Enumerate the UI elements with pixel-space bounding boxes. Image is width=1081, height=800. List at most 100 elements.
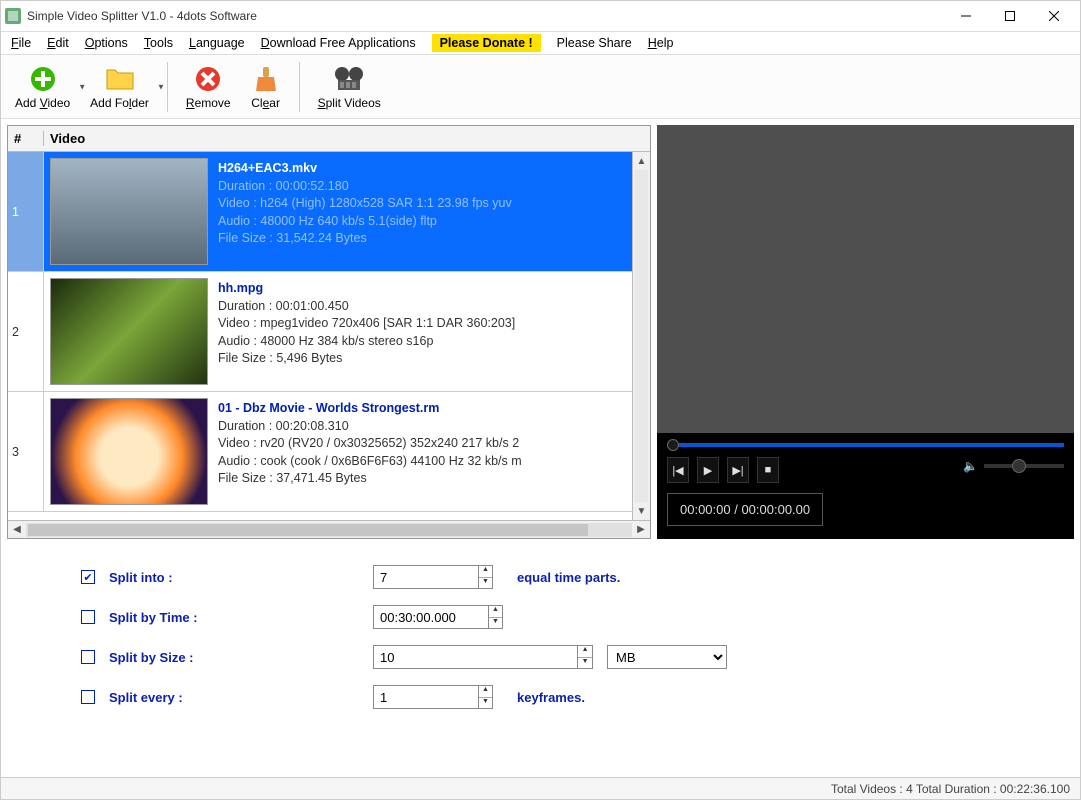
row-video: Video : h264 (High) 1280x528 SAR 1:1 23.… [218, 195, 646, 213]
scroll-left-icon[interactable]: ◀ [8, 524, 26, 535]
row-index: 1 [8, 152, 44, 271]
menu-edit[interactable]: Edit [47, 36, 69, 50]
checkbox-split-into[interactable]: ✔ [81, 570, 95, 584]
status-text: Total Videos : 4 Total Duration : 00:22:… [831, 782, 1070, 796]
table-header: # Video [8, 126, 650, 152]
split-options: ✔ Split into : ▲▼ equal time parts. Spli… [1, 545, 1080, 727]
option-split-every: Split every : ▲▼ keyframes. [81, 677, 1040, 717]
label-split-time: Split by Time : [109, 610, 239, 625]
skip-back-button[interactable]: |◀ [667, 457, 689, 483]
volume-slider[interactable] [984, 464, 1064, 468]
row-meta: hh.mpg Duration : 00:01:00.450 Video : m… [214, 272, 650, 391]
row-thumbnail [44, 392, 214, 511]
split-into-field[interactable] [374, 570, 478, 585]
menu-help[interactable]: Help [648, 36, 674, 50]
input-split-size[interactable]: ▲▼ [373, 645, 593, 669]
menubar: File Edit Options Tools Language Downloa… [1, 31, 1080, 55]
seek-bar[interactable] [667, 443, 1064, 447]
label-split-into: Split into : [109, 570, 239, 585]
scroll-right-icon[interactable]: ▶ [632, 524, 650, 535]
spinner[interactable]: ▲▼ [478, 566, 492, 588]
menu-donate[interactable]: Please Donate ! [432, 34, 541, 52]
app-icon [5, 8, 21, 24]
volume-icon[interactable]: 🔈 [963, 459, 978, 473]
row-audio: Audio : 48000 Hz 640 kb/s 5.1(side) fltp [218, 213, 646, 231]
option-split-time: Split by Time : ▲▼ [81, 597, 1040, 637]
stop-button[interactable]: ■ [757, 457, 779, 483]
row-thumbnail [44, 272, 214, 391]
skip-forward-button[interactable]: ▶| [727, 457, 749, 483]
maximize-button[interactable] [988, 2, 1032, 30]
row-size: File Size : 31,542.24 Bytes [218, 230, 646, 248]
menu-share[interactable]: Please Share [557, 36, 632, 50]
spinner[interactable]: ▲▼ [478, 686, 492, 708]
split-size-field[interactable] [374, 650, 577, 665]
menu-options[interactable]: Options [85, 36, 128, 50]
video-list: # Video 1 H264+EAC3.mkv Duration : 00:00… [7, 125, 651, 539]
plus-green-icon [28, 64, 58, 94]
film-icon [334, 64, 364, 94]
row-duration: Duration : 00:01:00.450 [218, 298, 646, 316]
input-split-into[interactable]: ▲▼ [373, 565, 493, 589]
menu-language[interactable]: Language [189, 36, 245, 50]
add-video-button[interactable]: Add Video ▼ [5, 60, 80, 114]
trail-split-into: equal time parts. [517, 570, 620, 585]
select-size-unit[interactable]: MB [607, 645, 727, 669]
input-split-every[interactable]: ▲▼ [373, 685, 493, 709]
clear-button[interactable]: Clear [241, 60, 291, 114]
clear-icon [251, 64, 281, 94]
add-folder-button[interactable]: Add Folder ▼ [80, 60, 159, 114]
table-row[interactable]: 3 01 - Dbz Movie - Worlds Strongest.rm D… [8, 392, 650, 512]
row-thumbnail [44, 152, 214, 271]
row-duration: Duration : 00:00:52.180 [218, 178, 646, 196]
toolbar-separator [299, 62, 300, 112]
toolbar-separator [167, 62, 168, 112]
spinner[interactable]: ▲▼ [488, 606, 502, 628]
row-size: File Size : 37,471.45 Bytes [218, 470, 646, 488]
table-row[interactable]: 1 H264+EAC3.mkv Duration : 00:00:52.180 … [8, 152, 650, 272]
row-index: 2 [8, 272, 44, 391]
split-videos-label: Split Videos [318, 96, 381, 110]
seek-knob[interactable] [667, 439, 679, 451]
checkbox-split-size[interactable] [81, 650, 95, 664]
row-filename: hh.mpg [218, 280, 646, 298]
spinner[interactable]: ▲▼ [577, 646, 592, 668]
checkbox-split-every[interactable] [81, 690, 95, 704]
row-audio: Audio : cook (cook / 0x6B6F6F63) 44100 H… [218, 453, 646, 471]
preview-pane: |◀ ▶ ▶| ■ 00:00:00 / 00:00:00.00 🔈 [657, 125, 1074, 539]
split-time-field[interactable] [374, 610, 488, 625]
remove-button[interactable]: Remove [176, 60, 241, 114]
close-button[interactable] [1032, 2, 1076, 30]
checkbox-split-time[interactable] [81, 610, 95, 624]
row-video: Video : rv20 (RV20 / 0x30325652) 352x240… [218, 435, 646, 453]
titlebar: Simple Video Splitter V1.0 - 4dots Softw… [1, 1, 1080, 31]
scroll-up-icon[interactable]: ▲ [633, 152, 650, 170]
chevron-down-icon[interactable]: ▼ [157, 82, 165, 91]
row-duration: Duration : 00:20:08.310 [218, 418, 646, 436]
col-header-num[interactable]: # [8, 131, 44, 146]
table-row[interactable]: 2 hh.mpg Duration : 00:01:00.450 Video :… [8, 272, 650, 392]
option-split-into: ✔ Split into : ▲▼ equal time parts. [81, 557, 1040, 597]
row-size: File Size : 5,496 Bytes [218, 350, 646, 368]
menu-tools[interactable]: Tools [144, 36, 173, 50]
row-meta: H264+EAC3.mkv Duration : 00:00:52.180 Vi… [214, 152, 650, 271]
vertical-scrollbar[interactable]: ▲ ▼ [632, 152, 650, 520]
scroll-down-icon[interactable]: ▼ [633, 502, 650, 520]
input-split-time[interactable]: ▲▼ [373, 605, 503, 629]
minimize-button[interactable] [944, 2, 988, 30]
horizontal-scrollbar[interactable]: ◀ ▶ [8, 520, 650, 538]
menu-download[interactable]: Download Free Applications [261, 36, 416, 50]
remove-icon [193, 64, 223, 94]
row-audio: Audio : 48000 Hz 384 kb/s stereo s16p [218, 333, 646, 351]
row-index: 3 [8, 392, 44, 511]
col-header-video[interactable]: Video [44, 131, 650, 146]
trail-split-every: keyframes. [517, 690, 585, 705]
split-every-field[interactable] [374, 690, 478, 705]
menu-file[interactable]: File [11, 36, 31, 50]
player-time: 00:00:00 / 00:00:00.00 [667, 493, 823, 526]
add-video-label: Add Video [15, 96, 70, 110]
remove-label: Remove [186, 96, 231, 110]
split-videos-button[interactable]: Split Videos [308, 60, 391, 114]
preview-video[interactable] [657, 125, 1074, 433]
play-button[interactable]: ▶ [697, 457, 719, 483]
